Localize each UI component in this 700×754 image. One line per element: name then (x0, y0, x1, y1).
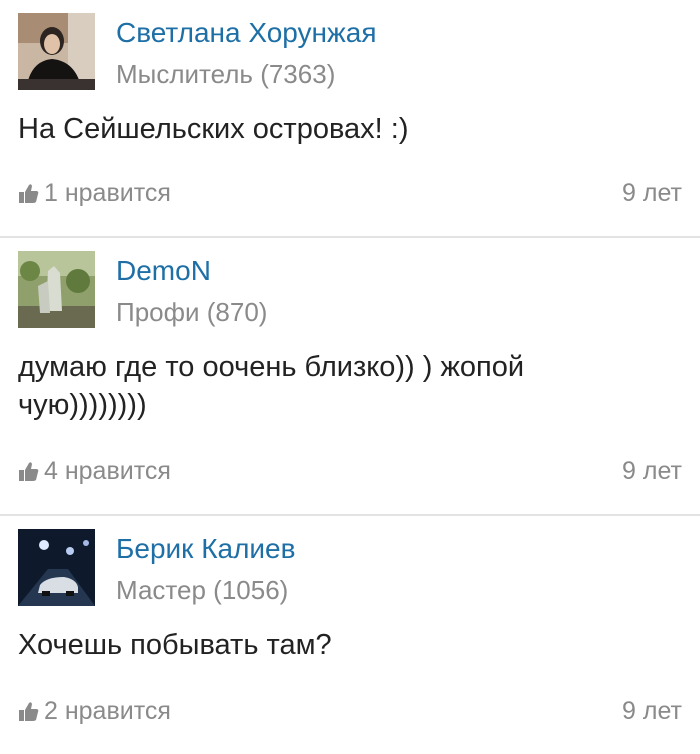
answer-text: Хочешь побывать там? (18, 629, 332, 661)
like-count: 4 нравится (44, 457, 171, 485)
like-count: 2 нравится (44, 697, 171, 725)
like-button[interactable]: 2 нравится (18, 694, 171, 728)
avatar[interactable] (18, 251, 95, 328)
answer-item: Берик Калиев Мастер (1056) Хочешь побыва… (0, 516, 700, 754)
answer-footer: 2 нравится 9 лет (18, 694, 682, 728)
avatar[interactable] (18, 13, 95, 90)
like-button[interactable]: 1 нравится (18, 176, 171, 210)
answer-item: DemoN Профи (870) думаю где то оочень бл… (0, 238, 700, 516)
author-name[interactable]: DemoN (116, 254, 211, 288)
answer-text: думаю где то оочень близко)) ) жопой чую… (18, 351, 525, 421)
author-name[interactable]: Светлана Хорунжая (116, 16, 376, 50)
answer-age: 9 лет (622, 457, 682, 485)
answer-age: 9 лет (622, 179, 682, 207)
like-button[interactable]: 4 нравится (18, 454, 171, 488)
thumbs-up-icon (19, 462, 39, 481)
author-rank: Профи (870) (116, 297, 268, 327)
thumbs-up-icon (19, 702, 39, 721)
author-rank: Мастер (1056) (116, 575, 289, 605)
answer-text: На Сейшельских островах! :) (18, 113, 409, 145)
answer-item: Светлана Хорунжая Мыслитель (7363) На Се… (0, 0, 700, 238)
answer-footer: 4 нравится 9 лет (18, 454, 682, 488)
author-name[interactable]: Берик Калиев (116, 532, 296, 566)
avatar[interactable] (18, 529, 95, 606)
like-count: 1 нравится (44, 179, 171, 207)
answer-footer: 1 нравится 9 лет (18, 176, 682, 210)
answer-age: 9 лет (622, 697, 682, 725)
thumbs-up-icon (19, 184, 39, 203)
author-rank: Мыслитель (7363) (116, 59, 336, 89)
